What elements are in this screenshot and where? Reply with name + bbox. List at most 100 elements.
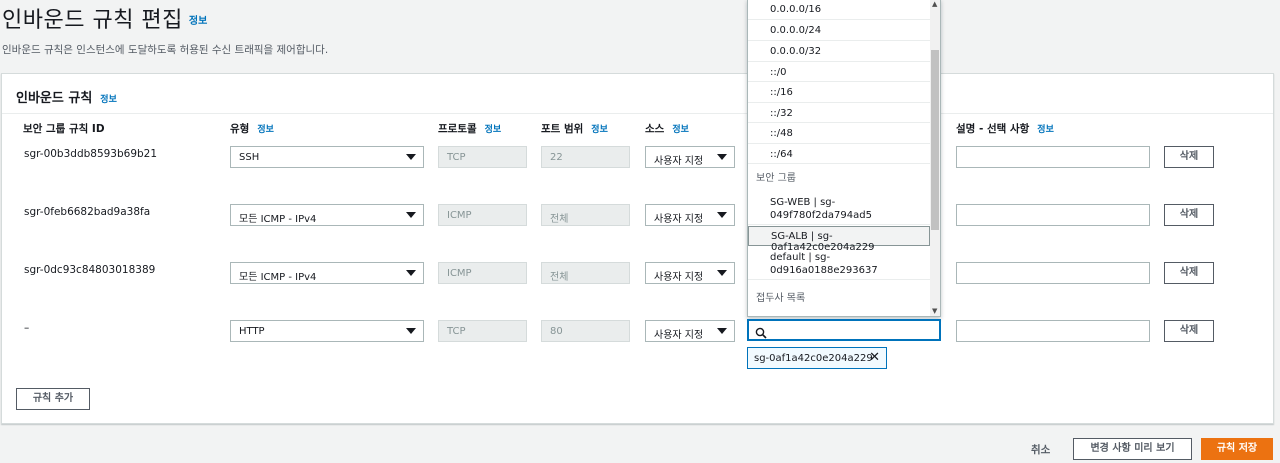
delete-button[interactable]: 삭제 (1164, 262, 1214, 284)
dropdown-option[interactable]: ::/48 (748, 123, 930, 144)
source-select-value: 사용자 지정 (654, 330, 704, 341)
dropdown-option[interactable]: SG-WEB | sg- 049f780f2da794ad5 (748, 193, 930, 225)
port-range-field: 전체 (541, 204, 630, 226)
dropdown-option[interactable]: ::/32 (748, 103, 930, 123)
source-select-value: 사용자 지정 (654, 214, 704, 225)
dropdown-option[interactable]: ::/0 (748, 62, 930, 82)
dropdown-scrollbar[interactable]: ▲ ▼ (930, 0, 940, 316)
port-range-field: 80 (541, 320, 630, 342)
protocol-field: TCP (438, 320, 527, 342)
add-rule-button[interactable]: 규칙 추가 (16, 388, 90, 410)
rule-id: – (24, 322, 30, 334)
panel-title-text: 인바운드 규칙 (16, 91, 93, 106)
column-protocol: 프로토콜 정보 (438, 121, 501, 136)
option-line: 049f780f2da794ad5 (770, 210, 872, 221)
column-rule-id: 보안 그룹 규칙 ID (23, 123, 105, 135)
column-type: 유형 정보 (230, 121, 274, 136)
type-select-value: SSH (239, 152, 260, 163)
source-search-input[interactable] (747, 319, 941, 341)
type-select[interactable]: 모든 ICMP - IPv4 (230, 204, 424, 226)
page-title: 인바운드 규칙 편집 정보 (2, 2, 207, 34)
source-select[interactable]: 사용자 지정 (645, 320, 735, 342)
caret-down-icon (406, 154, 416, 160)
scroll-down-icon[interactable]: ▼ (932, 307, 937, 315)
panel-header: 인바운드 규칙 정보 (2, 74, 1273, 114)
save-rules-button[interactable]: 규칙 저장 (1201, 438, 1273, 460)
source-select[interactable]: 사용자 지정 (645, 146, 735, 168)
dropdown-option[interactable]: 0.0.0.0/16 (748, 0, 930, 20)
rule-id: sgr-0feb6682bad9a38fa (24, 206, 151, 218)
type-select[interactable]: 모든 ICMP - IPv4 (230, 262, 424, 284)
scroll-thumb[interactable] (931, 50, 939, 230)
cancel-button[interactable]: 취소 (1031, 442, 1050, 457)
caret-down-icon (717, 270, 727, 276)
delete-button[interactable]: 삭제 (1164, 320, 1214, 342)
caret-down-icon (406, 212, 416, 218)
option-line: 0d916a0188e293637 (770, 265, 878, 276)
port-info-link[interactable]: 정보 (591, 125, 608, 135)
port-range-field: 22 (541, 146, 630, 168)
close-icon[interactable]: ✕ (869, 351, 880, 365)
caret-down-icon (717, 154, 727, 160)
option-line: SG-WEB | sg- (770, 197, 836, 208)
page-title-text: 인바운드 규칙 편집 (2, 8, 183, 33)
protocol-field: ICMP (438, 204, 527, 226)
search-icon (755, 324, 767, 343)
caret-down-icon (406, 328, 416, 334)
dropdown-option[interactable]: ::/16 (748, 82, 930, 103)
source-select[interactable]: 사용자 지정 (645, 204, 735, 226)
description-input[interactable] (956, 146, 1150, 168)
option-line: default | sg- (770, 252, 831, 263)
dropdown-group-label: 접두사 목록 (756, 293, 806, 304)
caret-down-icon (717, 212, 727, 218)
preview-changes-button[interactable]: 변경 사항 미리 보기 (1073, 438, 1192, 460)
column-port: 포트 범위 정보 (541, 121, 608, 136)
column-type-label: 유형 (230, 123, 250, 135)
column-source-label: 소스 (645, 123, 665, 135)
delete-button[interactable]: 삭제 (1164, 146, 1214, 168)
dropdown-option[interactable]: 0.0.0.0/24 (748, 20, 930, 41)
source-select-value: 사용자 지정 (654, 156, 704, 167)
type-select[interactable]: HTTP (230, 320, 424, 342)
panel-title: 인바운드 규칙 정보 (16, 87, 117, 106)
column-source: 소스 정보 (645, 121, 689, 136)
dropdown-option[interactable]: default | sg- 0d916a0188e293637 (748, 248, 930, 280)
description-input[interactable] (956, 204, 1150, 226)
column-protocol-label: 프로토콜 (438, 123, 477, 135)
rule-id: sgr-0dc93c84803018389 (24, 264, 156, 276)
page-description: 인바운드 규칙은 인스턴스에 도달하도록 허용된 수신 트래픽을 제어합니다. (2, 44, 329, 56)
description-info-link[interactable]: 정보 (1037, 125, 1054, 135)
protocol-field: ICMP (438, 262, 527, 284)
protocol-field: TCP (438, 146, 527, 168)
dropdown-option-selected[interactable]: SG-ALB | sg-0af1a42c0e204a229 (748, 226, 930, 253)
source-info-link[interactable]: 정보 (672, 125, 689, 135)
type-select[interactable]: SSH (230, 146, 424, 168)
dropdown-option[interactable]: 0.0.0.0/32 (748, 41, 930, 62)
column-description-label: 설명 - 선택 사항 (956, 123, 1030, 135)
column-port-label: 포트 범위 (541, 123, 584, 135)
description-input[interactable] (956, 262, 1150, 284)
page-info-link[interactable]: 정보 (189, 16, 207, 27)
protocol-info-link[interactable]: 정보 (485, 125, 502, 135)
caret-down-icon (406, 270, 416, 276)
delete-button[interactable]: 삭제 (1164, 204, 1214, 226)
source-dropdown[interactable]: 0.0.0.0/16 0.0.0.0/24 0.0.0.0/32 ::/0 ::… (747, 0, 941, 317)
rule-id: sgr-00b3ddb8593b69b21 (24, 148, 158, 160)
source-select[interactable]: 사용자 지정 (645, 262, 735, 284)
source-select-value: 사용자 지정 (654, 272, 704, 283)
scroll-up-icon[interactable]: ▲ (932, 0, 937, 8)
type-select-value: 모든 ICMP - IPv4 (239, 272, 317, 283)
selected-token: sg-0af1a42c0e204a229 ✕ (747, 347, 887, 369)
caret-down-icon (717, 328, 727, 334)
dropdown-option[interactable]: ::/64 (748, 144, 930, 164)
inbound-rules-panel: 인바운드 규칙 정보 보안 그룹 규칙 ID 유형 정보 프로토콜 정보 포트 범위 정… (1, 73, 1274, 424)
panel-info-link[interactable]: 정보 (100, 95, 117, 105)
type-select-value: 모든 ICMP - IPv4 (239, 214, 317, 225)
dropdown-group-label: 보안 그룹 (756, 173, 796, 184)
token-label: sg-0af1a42c0e204a229 (754, 353, 873, 364)
column-description: 설명 - 선택 사항 정보 (956, 121, 1054, 136)
type-select-value: HTTP (239, 326, 265, 337)
port-range-field: 전체 (541, 262, 630, 284)
description-input[interactable] (956, 320, 1150, 342)
type-info-link[interactable]: 정보 (257, 125, 274, 135)
